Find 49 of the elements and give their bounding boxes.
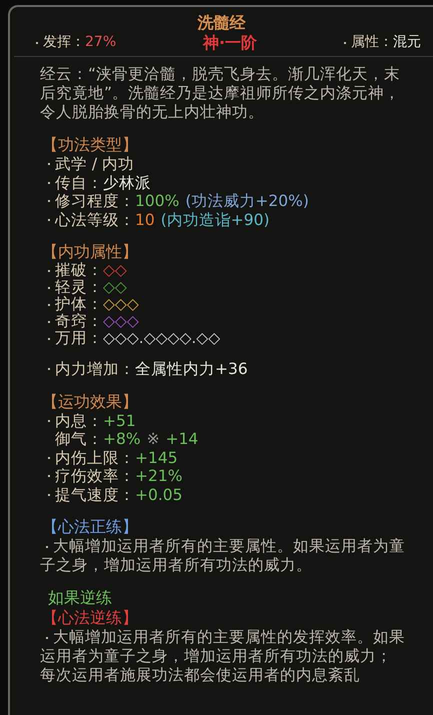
line-value: +0.05 bbox=[135, 486, 182, 504]
section-heading: 【心法逆练】 bbox=[42, 608, 138, 628]
line-value: +51 bbox=[103, 412, 136, 430]
line-label: 修习程度： bbox=[55, 192, 135, 210]
line-value: 全属性内力+36 bbox=[135, 360, 248, 378]
effect-text: 大幅增加运用者所有的主要属性的发挥效率。如果运用者为童子之身，增加运用者所有功法的威力； bbox=[40, 628, 405, 665]
line-label: 内力增加： bbox=[55, 360, 135, 378]
stat-label: 发挥： bbox=[43, 33, 85, 52]
line-label: 传自： bbox=[55, 174, 103, 192]
line-value: 100% bbox=[135, 192, 180, 210]
line-value: +8% bbox=[103, 430, 141, 448]
line-label: 摧破： bbox=[55, 262, 103, 279]
section-heading: 【内功属性】 bbox=[42, 242, 138, 262]
stat-label: 属性： bbox=[350, 33, 393, 52]
line-label: 提气速度： bbox=[55, 486, 135, 504]
line-label: 御气： bbox=[55, 430, 103, 448]
line-value: (功法威力+20%) bbox=[185, 192, 309, 210]
line-label: 心法等级： bbox=[55, 210, 135, 229]
section-heading: 【功法类型】 bbox=[42, 135, 138, 155]
line-value: (内功造诣+90) bbox=[160, 210, 270, 229]
line-value: ◇◇ bbox=[103, 262, 127, 279]
line-value: ※ bbox=[146, 430, 160, 448]
line-value: 10 bbox=[135, 210, 155, 229]
section-heading: 【运功效果】 bbox=[42, 392, 138, 412]
line-label: 疗伤效率： bbox=[55, 467, 135, 486]
description: 经云：“浃骨更洽髓，脱壳飞身去。渐几浑化天，末后究竟地”。洗髓经乃是达摩祖师所传之内涤元神，令人脱胎换骨的无上内壮神功。 bbox=[40, 65, 402, 122]
line-value: +145 bbox=[135, 448, 178, 467]
line-label: 奇窍： bbox=[55, 313, 103, 330]
line-value: ◇◇◇.◇◇◇◇.◇◇ bbox=[103, 330, 220, 347]
line-label: 轻灵： bbox=[55, 279, 103, 296]
line-value: ◇◇◇ bbox=[103, 296, 139, 313]
line-value: ◇◇◇ bbox=[103, 313, 139, 330]
rank-label: 神·一阶 bbox=[203, 33, 258, 52]
note-text: 如果逆练 bbox=[48, 588, 112, 608]
effect-text: 大幅增加运用者所有的主要属性。如果运用者为童子之身，增加运用者所有功法的威力。 bbox=[40, 537, 405, 574]
line-value: +14 bbox=[166, 430, 198, 448]
line-label: 内伤上限： bbox=[55, 448, 135, 467]
line-value: 少林派 bbox=[103, 174, 151, 192]
line-value: +21% bbox=[135, 467, 182, 486]
line-label: 内息： bbox=[55, 412, 103, 430]
line-label: 武学 / 内功 bbox=[55, 155, 134, 174]
line-value: ◇◇ bbox=[103, 279, 127, 296]
skill-title: 洗髓经 bbox=[198, 13, 246, 33]
section-heading: 【心法正练】 bbox=[42, 517, 138, 537]
stat-value: 27% bbox=[85, 33, 116, 52]
line-label: 万用： bbox=[55, 330, 103, 347]
effect-text: 每次运用者施展功法都会使运用者的内息紊乱 bbox=[40, 666, 360, 684]
stat-value: 混元 bbox=[392, 33, 421, 52]
line-label: 护体： bbox=[55, 296, 103, 313]
